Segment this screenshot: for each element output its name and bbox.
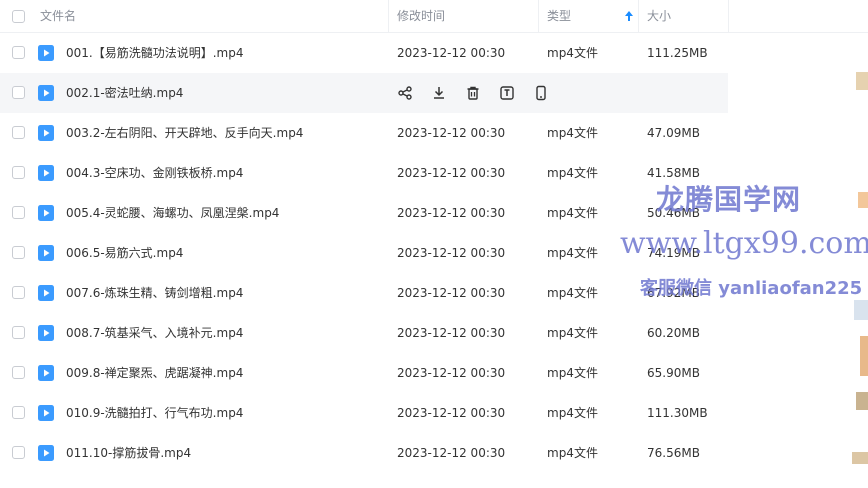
share-icon[interactable] <box>397 85 413 101</box>
modified-time: 2023-12-12 00:30 <box>397 406 506 420</box>
video-file-icon <box>38 445 54 461</box>
video-file-icon <box>38 165 54 181</box>
sort-ascending-icon[interactable] <box>624 10 634 22</box>
table-row[interactable]: 008.7-筑基采气、入境补元.mp4 2023-12-12 00:30 mp4文件… <box>0 313 868 353</box>
mobile-icon[interactable] <box>533 85 549 101</box>
modified-time: 2023-12-12 00:30 <box>397 326 506 340</box>
file-size: 111.25MB <box>647 46 708 60</box>
table-row[interactable]: 001.【易筋洗髓功法说明】.mp4 2023-12-12 00:30 mp4文件 1… <box>0 33 868 73</box>
file-size: 47.09MB <box>647 126 700 140</box>
row-checkbox[interactable] <box>12 246 25 259</box>
video-file-icon <box>38 405 54 421</box>
table-row[interactable]: 006.5-易筋六式.mp4 2023-12-12 00:30 mp4文件 74.19… <box>0 233 868 273</box>
file-name[interactable]: 003.2-左右阴阳、开天辟地、反手向天.mp4 <box>66 113 303 153</box>
file-type: mp4文件 <box>547 326 598 340</box>
file-size: 67.92MB <box>647 286 700 300</box>
file-size: 41.58MB <box>647 166 700 180</box>
file-name[interactable]: 005.4-灵蛇腰、海螺功、凤凰涅槃.mp4 <box>66 193 279 233</box>
file-type: mp4文件 <box>547 246 598 260</box>
column-header-size[interactable]: 大小 <box>647 0 671 32</box>
video-file-icon <box>38 325 54 341</box>
file-name[interactable]: 007.6-炼珠生精、铸剑增粗.mp4 <box>66 273 243 313</box>
column-header-type[interactable]: 类型 <box>547 0 571 32</box>
file-type: mp4文件 <box>547 206 598 220</box>
delete-icon[interactable] <box>465 85 481 101</box>
side-image-fragment <box>852 72 868 464</box>
file-size: 74.19MB <box>647 246 700 260</box>
table-row[interactable]: 011.10-撑筋拔骨.mp4 2023-12-12 00:30 mp4文件 76.5… <box>0 433 868 473</box>
file-name[interactable]: 006.5-易筋六式.mp4 <box>66 233 183 273</box>
file-type: mp4文件 <box>547 366 598 380</box>
file-name[interactable]: 004.3-空床功、金刚铁板桥.mp4 <box>66 153 243 193</box>
file-size: 76.56MB <box>647 446 700 460</box>
modified-time: 2023-12-12 00:30 <box>397 46 506 60</box>
row-checkbox[interactable] <box>12 446 25 459</box>
column-header-name[interactable]: 文件名 <box>40 0 76 32</box>
table-header: 文件名 修改时间 类型 大小 <box>0 0 868 33</box>
table-row[interactable]: 002.1-密法吐纳.mp4 <box>0 73 728 113</box>
file-type: mp4文件 <box>547 446 598 460</box>
file-type: mp4文件 <box>547 166 598 180</box>
modified-time: 2023-12-12 00:30 <box>397 126 506 140</box>
file-size: 111.30MB <box>647 406 708 420</box>
video-file-icon <box>38 285 54 301</box>
row-checkbox[interactable] <box>12 126 25 139</box>
video-file-icon <box>38 205 54 221</box>
video-file-icon <box>38 245 54 261</box>
row-checkbox[interactable] <box>12 86 25 99</box>
table-row[interactable]: 007.6-炼珠生精、铸剑增粗.mp4 2023-12-12 00:30 mp4文件… <box>0 273 868 313</box>
file-type: mp4文件 <box>547 286 598 300</box>
modified-time: 2023-12-12 00:30 <box>397 366 506 380</box>
row-checkbox[interactable] <box>12 166 25 179</box>
column-header-modified[interactable]: 修改时间 <box>397 0 445 32</box>
row-checkbox[interactable] <box>12 46 25 59</box>
file-size: 60.20MB <box>647 326 700 340</box>
file-type: mp4文件 <box>547 46 598 60</box>
file-size: 65.90MB <box>647 366 700 380</box>
modified-time: 2023-12-12 00:30 <box>397 166 506 180</box>
file-size: 50.46MB <box>647 206 700 220</box>
select-all-checkbox[interactable] <box>12 10 25 23</box>
modified-time: 2023-12-12 00:30 <box>397 246 506 260</box>
video-file-icon <box>38 125 54 141</box>
table-row[interactable]: 004.3-空床功、金刚铁板桥.mp4 2023-12-12 00:30 mp4文件… <box>0 153 868 193</box>
file-name[interactable]: 009.8-禅定聚炁、虎踞凝神.mp4 <box>66 353 243 393</box>
table-row[interactable]: 010.9-洗髓拍打、行气布功.mp4 2023-12-12 00:30 mp4文件… <box>0 393 868 433</box>
table-row[interactable]: 009.8-禅定聚炁、虎踞凝神.mp4 2023-12-12 00:30 mp4文件… <box>0 353 868 393</box>
video-file-icon <box>38 365 54 381</box>
row-checkbox[interactable] <box>12 286 25 299</box>
row-checkbox[interactable] <box>12 326 25 339</box>
row-checkbox[interactable] <box>12 366 25 379</box>
row-checkbox[interactable] <box>12 406 25 419</box>
file-type: mp4文件 <box>547 406 598 420</box>
video-file-icon <box>38 45 54 61</box>
video-file-icon <box>38 85 54 101</box>
row-checkbox[interactable] <box>12 206 25 219</box>
rename-icon[interactable] <box>499 85 515 101</box>
file-name[interactable]: 011.10-撑筋拔骨.mp4 <box>66 433 191 473</box>
modified-time: 2023-12-12 00:30 <box>397 446 506 460</box>
modified-time: 2023-12-12 00:30 <box>397 206 506 220</box>
table-row[interactable]: 003.2-左右阴阳、开天辟地、反手向天.mp4 2023-12-12 00:30… <box>0 113 868 153</box>
modified-time: 2023-12-12 00:30 <box>397 286 506 300</box>
file-name[interactable]: 010.9-洗髓拍打、行气布功.mp4 <box>66 393 243 433</box>
table-row[interactable]: 005.4-灵蛇腰、海螺功、凤凰涅槃.mp4 2023-12-12 00:30 mp… <box>0 193 868 233</box>
file-name[interactable]: 002.1-密法吐纳.mp4 <box>66 73 183 113</box>
file-name[interactable]: 001.【易筋洗髓功法说明】.mp4 <box>66 33 243 73</box>
file-name[interactable]: 008.7-筑基采气、入境补元.mp4 <box>66 313 243 353</box>
file-type: mp4文件 <box>547 126 598 140</box>
download-icon[interactable] <box>431 85 447 101</box>
